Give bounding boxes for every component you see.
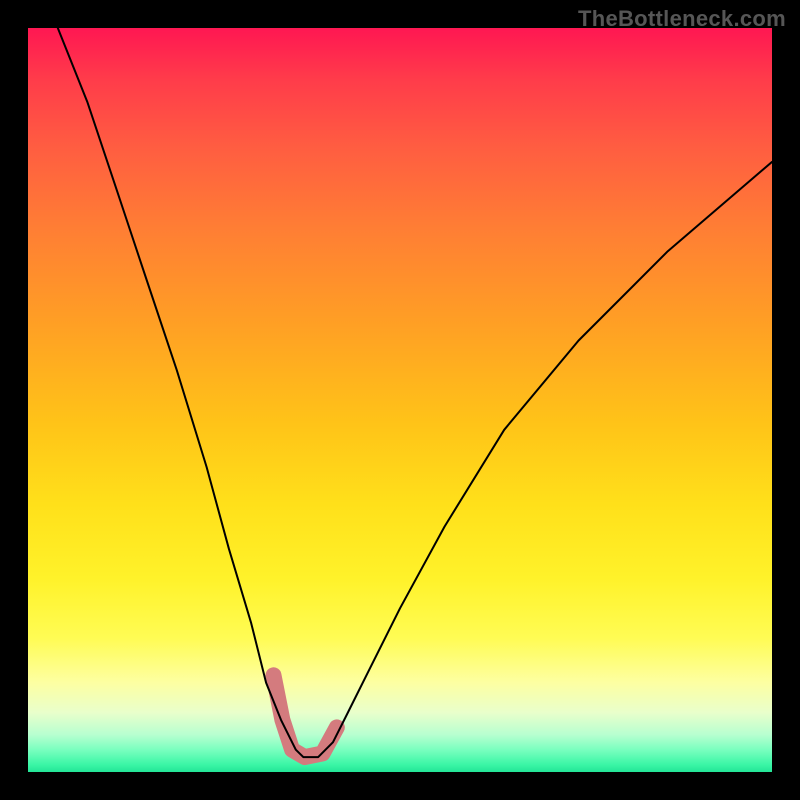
plot-area <box>28 28 772 772</box>
attribution-label: TheBottleneck.com <box>578 6 786 32</box>
curve-layer <box>28 28 772 772</box>
optimal-marker <box>274 675 337 757</box>
chart-frame: TheBottleneck.com <box>0 0 800 800</box>
bottleneck-curve <box>58 28 772 757</box>
